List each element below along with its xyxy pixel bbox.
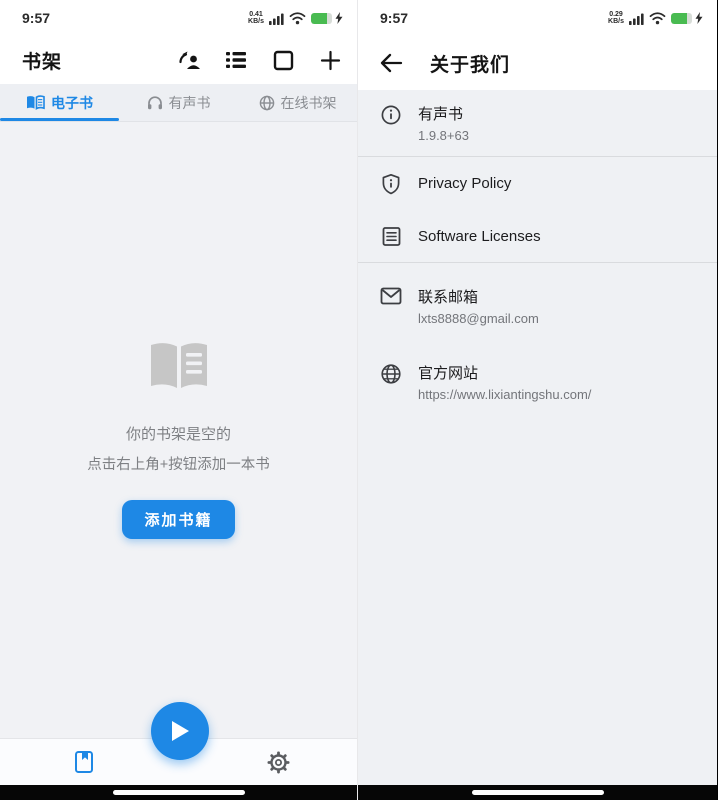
- settings-gear-icon[interactable]: [265, 749, 291, 775]
- tab-label: 电子书: [51, 93, 93, 113]
- home-indicator[interactable]: [472, 790, 604, 795]
- bookshelf-screen: 9:57 0.41 KB/s 书架: [0, 0, 358, 800]
- item-title: Privacy Policy: [418, 175, 511, 192]
- tab-audiobooks[interactable]: 有声书: [119, 84, 238, 121]
- system-nav-bar: [0, 785, 357, 800]
- item-title: 有声书: [418, 103, 469, 124]
- list-item-software-licenses[interactable]: Software Licenses: [358, 210, 717, 262]
- empty-state: 你的书架是空的 点击右上角+按钮添加一本书 添加书籍: [0, 122, 357, 539]
- plus-icon[interactable]: [317, 47, 343, 73]
- play-fab-button[interactable]: [151, 702, 209, 760]
- signal-bars-icon: [629, 12, 644, 25]
- person-sync-icon[interactable]: [176, 47, 202, 73]
- online-globe-icon: [259, 95, 275, 111]
- empty-hint: 点击右上角+按钮添加一本书: [0, 453, 357, 474]
- page-title: 关于我们: [430, 50, 510, 77]
- status-bar: 9:57 0.41 KB/s: [0, 0, 357, 36]
- tab-online-shelf[interactable]: 在线书架: [238, 84, 357, 121]
- signal-bars-icon: [269, 12, 284, 25]
- charging-bolt-icon: [335, 12, 343, 24]
- tab-label: 有声书: [169, 93, 211, 113]
- mail-envelope-icon: [378, 287, 404, 305]
- license-document-icon: [378, 226, 404, 247]
- empty-book-icon: [148, 340, 210, 392]
- info-circle-icon: [378, 104, 404, 126]
- list-item-official-website[interactable]: 官方网站 https://www.lixiantingshu.com/: [358, 349, 717, 415]
- privacy-shield-icon: [378, 173, 404, 195]
- bookmark-book-icon[interactable]: [71, 749, 97, 775]
- app-bar: 关于我们: [358, 36, 717, 90]
- empty-title: 你的书架是空的: [0, 423, 357, 444]
- list-view-icon[interactable]: [223, 47, 249, 73]
- website-globe-icon: [378, 363, 404, 385]
- clock-time: 9:57: [22, 10, 50, 26]
- status-icons: 0.29 KB/s: [608, 11, 703, 26]
- battery-icon: [311, 13, 330, 24]
- system-nav-bar: [358, 785, 717, 800]
- list-item-privacy-policy[interactable]: Privacy Policy: [358, 157, 717, 210]
- list-item-version[interactable]: 有声书 1.9.8+63: [358, 90, 717, 156]
- about-screen: 9:57 0.29 KB/s 关于我们: [358, 0, 717, 800]
- active-tab-indicator: [0, 118, 119, 121]
- item-title: 联系邮箱: [418, 286, 539, 307]
- item-title: Software Licenses: [418, 228, 541, 245]
- network-speed-indicator: 0.29 KB/s: [608, 11, 624, 26]
- select-box-icon[interactable]: [270, 47, 296, 73]
- clock-time: 9:57: [380, 10, 408, 26]
- item-title: 官方网站: [418, 362, 591, 383]
- tab-bar: 电子书 有声书 在线书架: [0, 84, 357, 122]
- item-subtitle: https://www.lixiantingshu.com/: [418, 387, 591, 402]
- item-subtitle: 1.9.8+63: [418, 128, 469, 143]
- status-bar: 9:57 0.29 KB/s: [358, 0, 717, 36]
- section-gap: [358, 263, 717, 273]
- charging-bolt-icon: [695, 12, 703, 24]
- app-bar: 书架: [0, 36, 357, 84]
- ebook-icon: [26, 95, 45, 110]
- wifi-icon: [649, 12, 666, 25]
- headphones-icon: [147, 95, 163, 110]
- status-icons: 0.41 KB/s: [248, 11, 343, 26]
- app-bar-actions: [176, 47, 343, 73]
- tab-label: 在线书架: [281, 93, 337, 113]
- wifi-icon: [289, 12, 306, 25]
- battery-icon: [671, 13, 690, 24]
- about-list: 有声书 1.9.8+63 Privacy Policy Software Lic…: [358, 90, 717, 786]
- item-subtitle: lxts8888@gmail.com: [418, 311, 539, 326]
- network-speed-indicator: 0.41 KB/s: [248, 11, 264, 26]
- tab-ebooks[interactable]: 电子书: [0, 84, 119, 121]
- add-books-button[interactable]: 添加书籍: [122, 500, 234, 539]
- page-title: 书架: [22, 47, 62, 74]
- back-arrow-icon[interactable]: [378, 50, 404, 76]
- list-item-contact-email[interactable]: 联系邮箱 lxts8888@gmail.com: [358, 273, 717, 339]
- play-icon: [169, 719, 191, 743]
- home-indicator[interactable]: [113, 790, 245, 795]
- section-gap: [358, 339, 717, 349]
